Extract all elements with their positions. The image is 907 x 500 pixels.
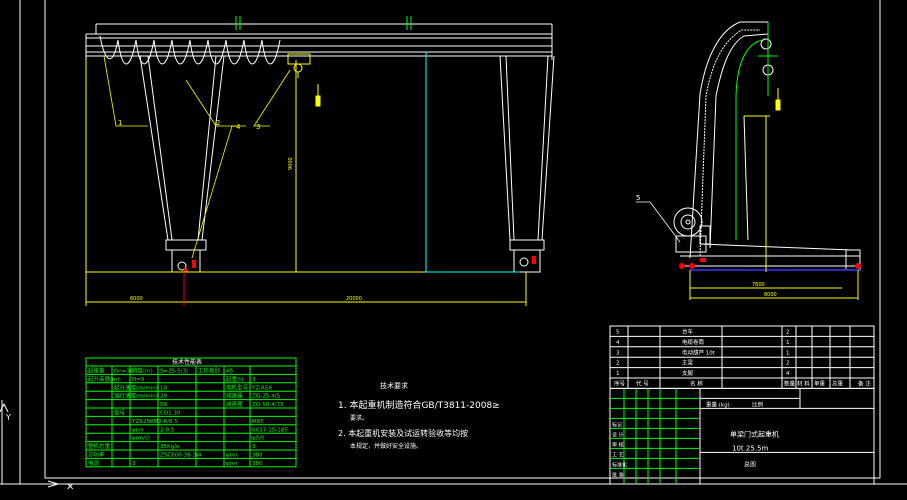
col-header: 单重 [814, 380, 826, 388]
param-table-title: 技术性能表 [172, 358, 202, 366]
drawing-title: 单梁门式起重机 [730, 429, 779, 438]
param-cell: 减速器 [226, 392, 243, 400]
param-cell: YZ-R5X [251, 385, 272, 391]
side-dim-7600: 7600 [752, 282, 765, 288]
part-qty: 1 [786, 340, 790, 346]
param-cell: 跨度(m) [132, 367, 153, 375]
param-cell: ZQ-25-4/5 [252, 394, 281, 400]
dim-20000: 20000 [346, 296, 362, 302]
sign-row-label: 工 艺 [612, 452, 624, 458]
svg-text:Y: Y [5, 413, 11, 422]
tech-req-item-1: 1. 本起重机制造符合GB/T3811-2008≥ [338, 399, 500, 411]
col-header: 名 称 [690, 380, 703, 388]
param-cell: 10 [160, 385, 167, 391]
scale-label: 比例 [752, 400, 764, 408]
param-cell: H=9 [132, 377, 145, 383]
part-no: 3 [616, 350, 620, 356]
part-name: 主梁 [682, 359, 694, 367]
part-label-2: 2 [216, 119, 220, 127]
col-header: 总重 [832, 380, 844, 388]
right-wheel [532, 256, 536, 264]
part-qty: 2 [786, 361, 790, 367]
param-cell: 整机总重 [88, 442, 111, 450]
sign-row-label: 审 核 [612, 441, 624, 448]
param-cell: φ(m/s) [132, 436, 150, 442]
param-cell: 起重量 [88, 367, 105, 375]
param-cell: 起升速度(m/min) [114, 383, 158, 391]
part-name: 电缆卷筒 [682, 338, 705, 346]
part-label-3: 3 [256, 123, 260, 131]
part-qty: 4 [786, 371, 790, 377]
tech-req-title: 技术要求 [380, 381, 408, 390]
part-label-5: 5 [636, 194, 640, 202]
param-cell: 电机型号 [226, 383, 249, 391]
part-qty: 1 [786, 350, 790, 356]
side-dim-8000: 8000 [764, 292, 777, 298]
sign-row-label: 标准化 [612, 461, 627, 468]
part-label-1: 1 [118, 119, 122, 127]
dim-9000: 9000 [288, 157, 294, 170]
tech-req-item-2b: 本规定，并做好安全设施。 [350, 442, 422, 450]
param-cell: 型号 [114, 409, 126, 417]
param-cell: 50 [160, 402, 167, 408]
param-cell: CD1 30 [160, 411, 181, 417]
param-cell: 380 [252, 453, 263, 459]
param-cell: φ(v) [226, 453, 237, 459]
part-no: 2 [616, 361, 620, 367]
part-no: 1 [616, 371, 620, 377]
sign-row-label: 标记 [612, 421, 622, 428]
param-cell: YZR250M2-6/8.5 [131, 419, 178, 425]
part-name: 支腿 [682, 369, 694, 377]
param-cell: M85 [252, 419, 264, 425]
drawing-spec: 10t 25.5m [732, 444, 768, 452]
param-cell: Gn=30 [114, 369, 134, 375]
param-cell: 工作级别 [198, 367, 220, 375]
weight-label: 重量 (kg) [706, 400, 730, 408]
param-cell: 减速器 [226, 400, 243, 408]
param-cell: 起升高度(m) [88, 375, 120, 383]
param-cell: 35Kg/n [160, 444, 180, 450]
cad-drawing: ✕ Y 6000 20000 9000 1 2 4 3 7600 8000 5 … [0, 0, 907, 500]
part-name: 台车 [682, 328, 694, 336]
svg-text:✕: ✕ [66, 482, 74, 493]
param-cell: φ(v) [226, 461, 237, 467]
part-label-4: 4 [236, 123, 241, 131]
col-header: 代 号 [636, 380, 649, 388]
col-header: 序号 [614, 380, 626, 388]
dim-6000: 6000 [130, 296, 143, 302]
param-cell: 运行速度(m/min) [114, 392, 158, 400]
param-cell: A5 [226, 369, 234, 375]
param-cell: ZSC600-39-3/4 [160, 453, 202, 459]
sheet-label: 总图 [744, 460, 756, 468]
col-header: 数量 [784, 380, 796, 388]
param-cell: 3 [252, 377, 256, 383]
part-no: 4 [616, 340, 620, 346]
part-no: 5 [616, 330, 620, 336]
param-cell: 380 [252, 461, 263, 467]
param-cell: 电源 [88, 459, 100, 467]
param-cell: φ5/0 [252, 436, 265, 442]
tech-req-item-2: 2. 本起重机安装及试运转验收等均按 [338, 428, 468, 438]
param-cell: φ(v) [132, 427, 143, 433]
param-cell: 总功率 [88, 451, 105, 459]
param-cell: 2-0.5 [160, 427, 175, 433]
param-cell: ZQ-50-4/75 [252, 402, 284, 408]
part-qty: 2 [786, 330, 790, 336]
col-header: 备 注 [858, 380, 871, 388]
param-cell: 20 [160, 394, 167, 400]
tech-req-item-1b: 要求。 [350, 414, 368, 422]
col-header: 材 料 [797, 380, 810, 388]
part-name: 电动葫芦 10t [682, 348, 716, 356]
param-cell: 3 [132, 461, 136, 467]
param-cell: 起重(t) [226, 375, 243, 383]
param-cell: 3 [252, 444, 256, 450]
sign-row-label: 批 准 [612, 471, 624, 478]
param-cell: S=25.5(3) [160, 369, 188, 375]
sign-row-label: 设 计 [612, 431, 624, 438]
param-cell: 6X37-15-185 [252, 427, 288, 433]
